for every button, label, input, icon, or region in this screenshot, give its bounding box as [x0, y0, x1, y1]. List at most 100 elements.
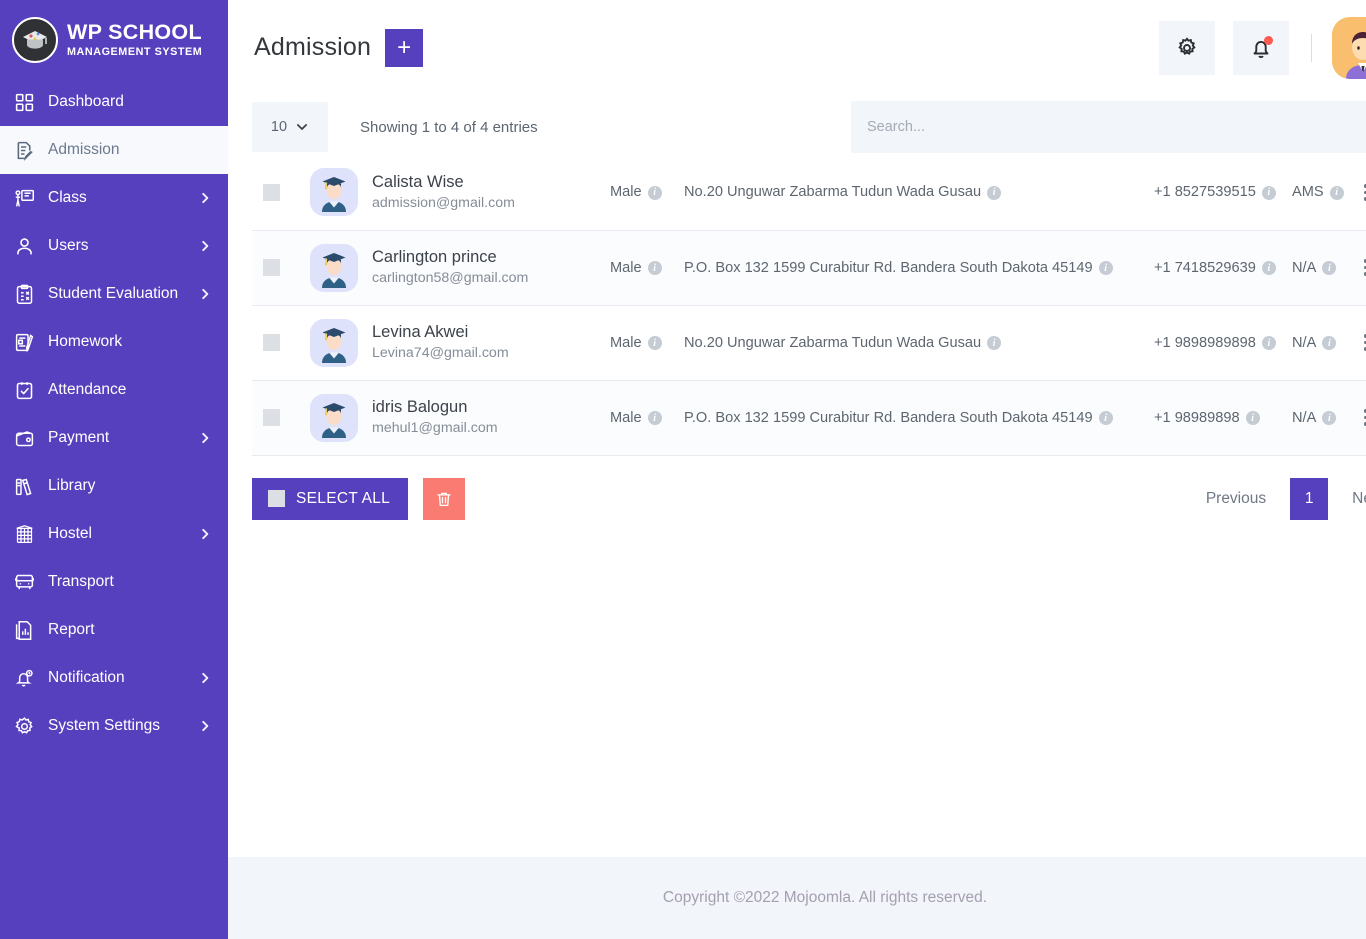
student-address: No.20 Unguwar Zabarma Tudun Wada Gusau: [684, 184, 982, 201]
sidebar-item-label: Homework: [48, 333, 123, 350]
table-row[interactable]: idris Balogun mehul1@gmail.com Male i P.O…: [252, 380, 1366, 455]
student-address: P.O. Box 132 1599 Curabitur Rd. Bandera …: [684, 409, 1093, 426]
row-menu-cell: [1356, 380, 1366, 455]
row-actions-menu-icon[interactable]: [1356, 409, 1366, 426]
row-ams-cell: N/A i: [1292, 380, 1356, 455]
content: 10 Showing 1 to 4 of 4 entries Search...…: [228, 95, 1366, 520]
avatar[interactable]: [1332, 16, 1366, 79]
brand-text: WP SCHOOL MANAGEMENT SYSTEM: [67, 22, 202, 57]
info-icon[interactable]: i: [987, 336, 1002, 350]
info-icon[interactable]: i: [1245, 411, 1260, 425]
select-all-label: SELECT ALL: [296, 489, 391, 507]
add-admission-button[interactable]: +: [385, 28, 424, 67]
student-phone: +1 7418529639: [1154, 259, 1256, 276]
bus-icon: [14, 570, 40, 594]
page-length-select[interactable]: 10: [252, 102, 328, 152]
pagination-page-1[interactable]: 1: [1290, 477, 1329, 520]
info-icon[interactable]: i: [1322, 411, 1337, 425]
sidebar-item-label: Hostel: [48, 525, 92, 542]
info-icon[interactable]: i: [1261, 185, 1276, 200]
sidebar-item-system-settings[interactable]: System Settings: [0, 702, 228, 750]
row-checkbox[interactable]: [263, 183, 280, 201]
student-address: P.O. Box 132 1599 Curabitur Rd. Bandera …: [684, 259, 1093, 276]
main-area: Admission + 10 Showing 1 to 4 of 4 entri…: [228, 0, 1366, 939]
info-icon[interactable]: i: [987, 185, 1002, 200]
entries-info: Showing 1 to 4 of 4 entries: [360, 118, 538, 136]
row-phone-cell: +1 7418529639 i: [1154, 230, 1292, 305]
sidebar-item-hostel[interactable]: Hostel: [0, 510, 228, 558]
info-icon[interactable]: i: [1322, 336, 1337, 350]
info-icon[interactable]: i: [1329, 185, 1344, 200]
student-phone: +1 8527539515: [1154, 184, 1256, 201]
row-menu-cell: [1356, 305, 1366, 380]
settings-button[interactable]: [1159, 20, 1215, 75]
sidebar-item-admission[interactable]: Admission: [0, 126, 228, 174]
student-avatar-icon: [310, 393, 358, 442]
sidebar-item-label: Attendance: [48, 381, 127, 398]
sidebar-item-student-evaluation[interactable]: Student Evaluation: [0, 270, 228, 318]
info-icon[interactable]: i: [1098, 261, 1113, 275]
select-all-button[interactable]: SELECT ALL: [252, 477, 409, 520]
info-icon[interactable]: i: [647, 411, 662, 425]
wallet-icon: [14, 426, 40, 450]
notifications-button[interactable]: [1233, 20, 1289, 75]
row-actions-menu-icon[interactable]: [1356, 334, 1366, 351]
row-checkbox-cell: [252, 230, 310, 305]
brand-subtitle: MANAGEMENT SYSTEM: [67, 45, 203, 58]
row-user-cell: Calista Wise admission@gmail.com: [310, 155, 610, 230]
row-checkbox[interactable]: [263, 259, 280, 276]
table-controls: 10 Showing 1 to 4 of 4 entries: [252, 99, 1366, 155]
row-user-cell: Carlington prince carlington58@gmail.com: [310, 230, 610, 305]
row-checkbox[interactable]: [263, 409, 280, 426]
table-row[interactable]: Calista Wise admission@gmail.com Male i N…: [252, 155, 1366, 230]
graduation-cap-logo-icon: [12, 17, 58, 63]
table-row[interactable]: Levina Akwei Levina74@gmail.com Male i No…: [252, 305, 1366, 380]
info-icon[interactable]: i: [1261, 336, 1276, 350]
info-icon[interactable]: i: [647, 185, 662, 200]
pagination-next[interactable]: Next: [1338, 490, 1366, 508]
info-icon[interactable]: i: [1322, 261, 1337, 275]
notification-badge: [1264, 35, 1273, 45]
search-input[interactable]: [851, 101, 1366, 153]
sidebar-item-homework[interactable]: Homework: [0, 318, 228, 366]
sidebar-item-class[interactable]: Class: [0, 174, 228, 222]
bottom-actions: SELECT ALL Previous 1 Next: [252, 477, 1366, 520]
sidebar-item-users[interactable]: Users: [0, 222, 228, 270]
row-address-cell: No.20 Unguwar Zabarma Tudun Wada Gusau i: [684, 305, 1154, 380]
row-user-cell: idris Balogun mehul1@gmail.com: [310, 380, 610, 455]
admission-table: Calista Wise admission@gmail.com Male i N…: [252, 155, 1366, 456]
sidebar-item-payment[interactable]: Payment: [0, 414, 228, 462]
row-actions-menu-icon[interactable]: [1356, 259, 1366, 276]
pagination-previous[interactable]: Previous: [1192, 490, 1280, 508]
sidebar-item-transport[interactable]: Transport: [0, 558, 228, 606]
info-icon[interactable]: i: [647, 261, 662, 275]
row-phone-cell: +1 8527539515 i: [1154, 155, 1292, 230]
row-checkbox-cell: [252, 155, 310, 230]
sidebar-item-attendance[interactable]: Attendance: [0, 366, 228, 414]
student-avatar-icon: [310, 168, 358, 217]
row-checkbox[interactable]: [263, 334, 280, 351]
sidebar-item-label: Notification: [48, 669, 125, 686]
student-address: No.20 Unguwar Zabarma Tudun Wada Gusau: [684, 334, 982, 351]
info-icon[interactable]: i: [1098, 411, 1113, 425]
sidebar-item-notification[interactable]: Notification: [0, 654, 228, 702]
table-row[interactable]: Carlington prince carlington58@gmail.com…: [252, 230, 1366, 305]
student-phone: +1 98989898: [1154, 409, 1240, 426]
sidebar-item-label: Transport: [48, 573, 114, 590]
student-gender: Male: [610, 334, 642, 351]
info-icon[interactable]: i: [647, 336, 662, 350]
brand[interactable]: WP SCHOOL MANAGEMENT SYSTEM: [0, 0, 228, 78]
student-name: idris Balogun: [372, 398, 468, 417]
delete-selected-button[interactable]: [423, 477, 466, 520]
sidebar-item-report[interactable]: Report: [0, 606, 228, 654]
sidebar-item-library[interactable]: Library: [0, 462, 228, 510]
row-user-cell: Levina Akwei Levina74@gmail.com: [310, 305, 610, 380]
grid-icon: [14, 90, 40, 114]
info-icon[interactable]: i: [1261, 261, 1276, 275]
bell-clock-icon: [14, 666, 40, 690]
pagination: Previous 1 Next: [1192, 477, 1366, 520]
books-icon: [14, 474, 40, 498]
row-actions-menu-icon[interactable]: [1356, 184, 1366, 201]
sidebar-item-dashboard[interactable]: Dashboard: [0, 78, 228, 126]
page-title: Admission: [254, 33, 372, 61]
